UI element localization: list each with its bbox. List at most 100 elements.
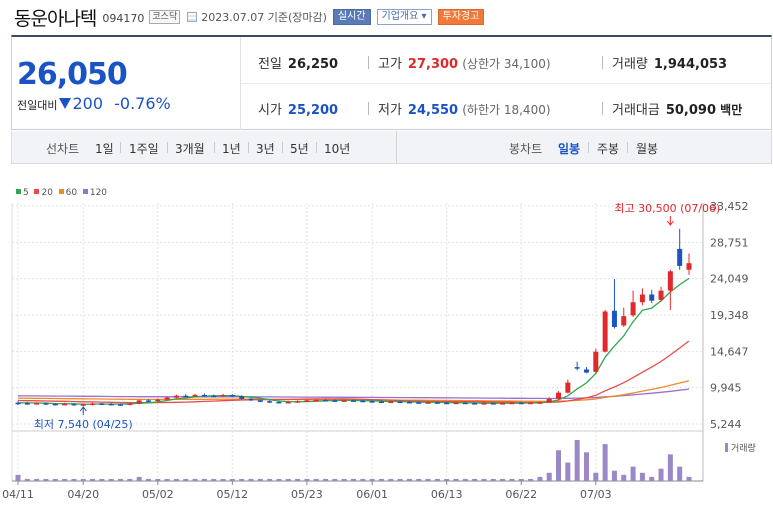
candle-body <box>173 395 179 398</box>
candle-body <box>136 400 142 404</box>
volume-bar <box>565 462 571 481</box>
candle-body <box>99 403 105 405</box>
candle-body <box>285 401 291 404</box>
y-tick-label: 19,348 <box>710 309 749 322</box>
volume-bar <box>295 478 301 481</box>
candle-body <box>425 402 431 404</box>
candle-body <box>686 263 692 270</box>
volume-bar <box>229 478 235 481</box>
x-tick-label: 05/23 <box>291 488 323 501</box>
candle-body <box>313 399 319 402</box>
candle-body <box>490 403 496 405</box>
volume-bar <box>62 478 68 481</box>
volume-bar <box>602 444 608 481</box>
candle-body <box>649 294 655 301</box>
volume-bar <box>248 478 254 481</box>
volume-bar <box>667 454 673 481</box>
candle-body <box>332 400 338 402</box>
x-tick-label: 06/22 <box>505 488 537 501</box>
candle-body <box>667 271 673 291</box>
volume-bar <box>593 472 599 481</box>
candle-body <box>509 402 515 405</box>
volume-bar <box>639 472 645 481</box>
volume-bar <box>416 478 422 481</box>
candle-body <box>583 369 589 373</box>
volume-bar <box>621 474 627 481</box>
volume-bar <box>369 478 375 481</box>
x-tick-label: 06/01 <box>356 488 388 501</box>
volume-bar <box>444 478 450 481</box>
volume-bar <box>388 478 394 481</box>
candle-body <box>500 403 506 405</box>
candle-body <box>462 402 468 405</box>
high-annotation: 최고 30,500 (07/06) <box>614 202 720 215</box>
volume-bar <box>481 478 487 481</box>
candle-body <box>416 402 422 404</box>
candle-body <box>145 400 151 402</box>
volume-bar <box>490 478 496 481</box>
volume-bar <box>528 478 534 481</box>
volume-bar <box>341 478 347 481</box>
candle-body <box>434 402 440 404</box>
volume-bar <box>677 466 683 481</box>
candle-body <box>276 401 282 404</box>
x-tick-label: 04/20 <box>67 488 99 501</box>
x-tick-label: 05/02 <box>142 488 174 501</box>
price-chart: 33,45228,75124,04919,34814,6479,9455,244… <box>2 200 756 501</box>
candle-body <box>639 294 645 303</box>
candle-body <box>397 401 403 404</box>
y-tick-label: 28,751 <box>710 236 749 249</box>
volume-bar <box>34 478 40 481</box>
volume-bar <box>574 440 580 481</box>
candle-body <box>621 316 627 326</box>
volume-bar <box>313 478 319 481</box>
volume-bar <box>80 478 86 481</box>
candle-body <box>267 401 273 403</box>
candle-body <box>118 404 124 406</box>
candle-body <box>565 382 571 393</box>
volume-bar <box>164 478 170 481</box>
candle-body <box>677 248 683 266</box>
y-tick-label: 14,647 <box>710 345 749 358</box>
candle-body <box>257 400 263 402</box>
y-tick-label: 24,049 <box>710 273 749 286</box>
volume-bar <box>173 478 179 481</box>
candle-body <box>481 403 487 405</box>
volume-bar <box>118 478 124 481</box>
volume-bar <box>183 478 189 481</box>
candle-body <box>574 367 580 369</box>
volume-bar <box>90 478 96 481</box>
volume-bar <box>108 478 114 481</box>
volume-legend-label: 거래량 <box>731 442 756 454</box>
candle-body <box>444 402 450 405</box>
volume-bar <box>220 478 226 481</box>
y-tick-label: 5,244 <box>710 418 742 431</box>
candle-body <box>406 401 412 404</box>
volume-bar <box>99 478 105 481</box>
y-tick-label: 9,945 <box>710 382 742 395</box>
candle-body <box>658 290 664 300</box>
x-tick-label: 06/13 <box>431 488 463 501</box>
candle-body <box>239 396 245 399</box>
low-annotation: 최저 7,540 (04/25) <box>34 418 133 431</box>
volume-bar <box>323 478 329 481</box>
volume-bar <box>145 478 151 481</box>
candle-body <box>211 395 217 398</box>
candle-body <box>90 403 96 405</box>
volume-bar <box>434 478 440 481</box>
volume-bar <box>556 450 562 481</box>
candle-body <box>201 394 207 397</box>
volume-bar <box>500 478 506 481</box>
candle-body <box>164 397 170 400</box>
candle-body <box>369 401 375 403</box>
volume-bar <box>658 468 664 481</box>
volume-bar <box>276 478 282 481</box>
volume-legend-swatch <box>725 443 728 452</box>
candle-body <box>15 402 21 405</box>
candle-body <box>556 392 562 399</box>
candle-body <box>351 400 356 402</box>
candle-body <box>108 403 114 406</box>
volume-bar <box>649 476 655 481</box>
volume-bar <box>611 470 617 481</box>
volume-bar <box>518 478 524 481</box>
